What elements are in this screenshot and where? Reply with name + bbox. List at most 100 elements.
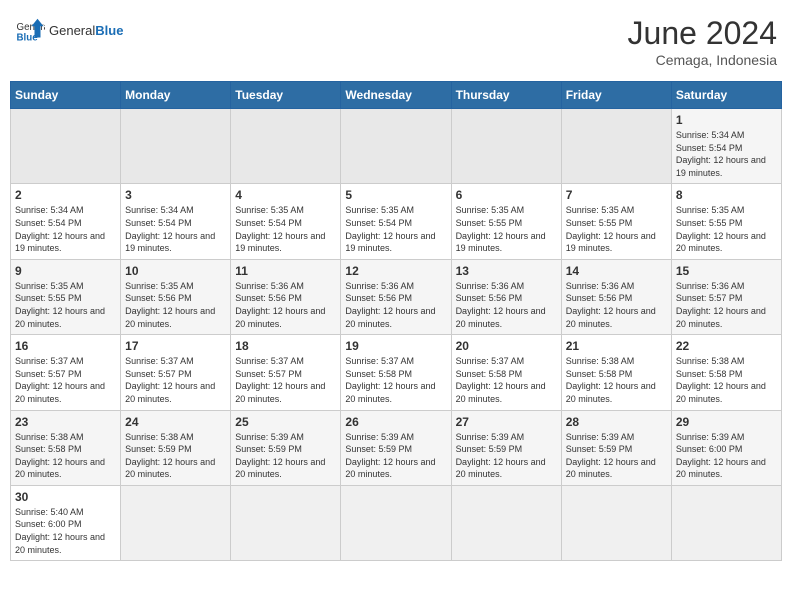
day-number: 8	[676, 188, 777, 202]
calendar-cell: 18 Sunrise: 5:37 AM Sunset: 5:57 PM Dayli…	[231, 335, 341, 410]
day-number: 18	[235, 339, 336, 353]
day-number: 25	[235, 415, 336, 429]
calendar-cell: 2Sunrise: 5:34 AM Sunset: 5:54 PM Daylig…	[11, 184, 121, 259]
calendar-week-2: 2Sunrise: 5:34 AM Sunset: 5:54 PM Daylig…	[11, 184, 782, 259]
day-info: Sunrise: 5:36 AM Sunset: 5:56 PM Dayligh…	[235, 280, 336, 330]
day-info: Sunrise: 5:34 AM Sunset: 5:54 PM Dayligh…	[676, 129, 777, 179]
day-number: 23	[15, 415, 116, 429]
day-info: Sunrise: 5:37 AM Sunset: 5:57 PM Dayligh…	[235, 355, 336, 405]
calendar-body: 1 Sunrise: 5:34 AM Sunset: 5:54 PM Daylig…	[11, 109, 782, 561]
day-number: 24	[125, 415, 226, 429]
calendar-cell: 1 Sunrise: 5:34 AM Sunset: 5:54 PM Daylig…	[671, 109, 781, 184]
calendar-cell	[451, 109, 561, 184]
calendar-table: SundayMondayTuesdayWednesdayThursdayFrid…	[10, 81, 782, 561]
weekday-header-wednesday: Wednesday	[341, 82, 451, 109]
calendar-cell: 22 Sunrise: 5:38 AM Sunset: 5:58 PM Dayli…	[671, 335, 781, 410]
logo-general: General	[49, 23, 95, 38]
calendar-cell	[451, 485, 561, 560]
day-number: 14	[566, 264, 667, 278]
calendar-cell: 17Sunrise: 5:37 AM Sunset: 5:57 PM Dayli…	[121, 335, 231, 410]
day-info: Sunrise: 5:37 AM Sunset: 5:58 PM Dayligh…	[456, 355, 557, 405]
day-info: Sunrise: 5:37 AM Sunset: 5:57 PM Dayligh…	[15, 355, 116, 405]
weekday-header-row: SundayMondayTuesdayWednesdayThursdayFrid…	[11, 82, 782, 109]
calendar-cell: 28Sunrise: 5:39 AM Sunset: 5:59 PM Dayli…	[561, 410, 671, 485]
calendar-cell: 10 Sunrise: 5:35 AM Sunset: 5:56 PM Dayli…	[121, 259, 231, 334]
calendar-cell: 12 Sunrise: 5:36 AM Sunset: 5:56 PM Dayli…	[341, 259, 451, 334]
day-number: 26	[345, 415, 446, 429]
day-number: 13	[456, 264, 557, 278]
day-info: Sunrise: 5:38 AM Sunset: 5:59 PM Dayligh…	[125, 431, 226, 481]
calendar-cell: 7Sunrise: 5:35 AM Sunset: 5:55 PM Daylig…	[561, 184, 671, 259]
day-number: 10	[125, 264, 226, 278]
day-info: Sunrise: 5:35 AM Sunset: 5:54 PM Dayligh…	[235, 204, 336, 254]
day-info: Sunrise: 5:38 AM Sunset: 5:58 PM Dayligh…	[566, 355, 667, 405]
day-number: 30	[15, 490, 116, 504]
day-number: 20	[456, 339, 557, 353]
calendar-cell	[121, 485, 231, 560]
calendar-cell	[561, 109, 671, 184]
day-info: Sunrise: 5:35 AM Sunset: 5:54 PM Dayligh…	[345, 204, 446, 254]
calendar-cell: 21Sunrise: 5:38 AM Sunset: 5:58 PM Dayli…	[561, 335, 671, 410]
calendar-cell	[121, 109, 231, 184]
day-info: Sunrise: 5:40 AM Sunset: 6:00 PM Dayligh…	[15, 506, 116, 556]
day-info: Sunrise: 5:37 AM Sunset: 5:58 PM Dayligh…	[345, 355, 446, 405]
calendar-cell: 4Sunrise: 5:35 AM Sunset: 5:54 PM Daylig…	[231, 184, 341, 259]
calendar-cell: 26 Sunrise: 5:39 AM Sunset: 5:59 PM Dayli…	[341, 410, 451, 485]
calendar-week-5: 23 Sunrise: 5:38 AM Sunset: 5:58 PM Dayli…	[11, 410, 782, 485]
day-number: 16	[15, 339, 116, 353]
day-info: Sunrise: 5:36 AM Sunset: 5:56 PM Dayligh…	[345, 280, 446, 330]
calendar-cell: 8Sunrise: 5:35 AM Sunset: 5:55 PM Daylig…	[671, 184, 781, 259]
day-info: Sunrise: 5:39 AM Sunset: 6:00 PM Dayligh…	[676, 431, 777, 481]
logo: General Blue GeneralBlue	[15, 15, 123, 45]
calendar-cell: 3Sunrise: 5:34 AM Sunset: 5:54 PM Daylig…	[121, 184, 231, 259]
calendar-cell: 20 Sunrise: 5:37 AM Sunset: 5:58 PM Dayli…	[451, 335, 561, 410]
day-number: 5	[345, 188, 446, 202]
day-number: 1	[676, 113, 777, 127]
calendar-cell: 30 Sunrise: 5:40 AM Sunset: 6:00 PM Dayli…	[11, 485, 121, 560]
calendar-subtitle: Cemaga, Indonesia	[628, 52, 777, 68]
logo-blue: Blue	[95, 23, 123, 38]
calendar-week-6: 30 Sunrise: 5:40 AM Sunset: 6:00 PM Dayli…	[11, 485, 782, 560]
day-number: 3	[125, 188, 226, 202]
weekday-header-tuesday: Tuesday	[231, 82, 341, 109]
title-area: June 2024 Cemaga, Indonesia	[628, 15, 777, 68]
calendar-cell: 13 Sunrise: 5:36 AM Sunset: 5:56 PM Dayli…	[451, 259, 561, 334]
day-info: Sunrise: 5:39 AM Sunset: 5:59 PM Dayligh…	[345, 431, 446, 481]
calendar-cell: 25 Sunrise: 5:39 AM Sunset: 5:59 PM Dayli…	[231, 410, 341, 485]
calendar-cell: 19Sunrise: 5:37 AM Sunset: 5:58 PM Dayli…	[341, 335, 451, 410]
day-number: 11	[235, 264, 336, 278]
day-number: 15	[676, 264, 777, 278]
calendar-week-3: 9Sunrise: 5:35 AM Sunset: 5:55 PM Daylig…	[11, 259, 782, 334]
day-number: 12	[345, 264, 446, 278]
calendar-cell	[341, 485, 451, 560]
calendar-title: June 2024	[628, 15, 777, 52]
day-info: Sunrise: 5:39 AM Sunset: 5:59 PM Dayligh…	[566, 431, 667, 481]
day-number: 22	[676, 339, 777, 353]
calendar-cell: 9Sunrise: 5:35 AM Sunset: 5:55 PM Daylig…	[11, 259, 121, 334]
calendar-cell	[671, 485, 781, 560]
day-number: 17	[125, 339, 226, 353]
calendar-week-4: 16 Sunrise: 5:37 AM Sunset: 5:57 PM Dayli…	[11, 335, 782, 410]
calendar-cell	[231, 485, 341, 560]
calendar-cell: 16 Sunrise: 5:37 AM Sunset: 5:57 PM Dayli…	[11, 335, 121, 410]
day-info: Sunrise: 5:35 AM Sunset: 5:55 PM Dayligh…	[456, 204, 557, 254]
day-info: Sunrise: 5:39 AM Sunset: 5:59 PM Dayligh…	[235, 431, 336, 481]
page-header: General Blue GeneralBlue June 2024 Cemag…	[10, 10, 782, 73]
calendar-cell: 27Sunrise: 5:39 AM Sunset: 5:59 PM Dayli…	[451, 410, 561, 485]
calendar-cell: 24 Sunrise: 5:38 AM Sunset: 5:59 PM Dayli…	[121, 410, 231, 485]
calendar-cell: 23 Sunrise: 5:38 AM Sunset: 5:58 PM Dayli…	[11, 410, 121, 485]
calendar-cell	[561, 485, 671, 560]
day-info: Sunrise: 5:35 AM Sunset: 5:56 PM Dayligh…	[125, 280, 226, 330]
calendar-cell	[341, 109, 451, 184]
day-info: Sunrise: 5:36 AM Sunset: 5:56 PM Dayligh…	[456, 280, 557, 330]
calendar-cell: 15 Sunrise: 5:36 AM Sunset: 5:57 PM Dayli…	[671, 259, 781, 334]
day-info: Sunrise: 5:35 AM Sunset: 5:55 PM Dayligh…	[15, 280, 116, 330]
day-info: Sunrise: 5:35 AM Sunset: 5:55 PM Dayligh…	[566, 204, 667, 254]
calendar-cell	[231, 109, 341, 184]
day-info: Sunrise: 5:36 AM Sunset: 5:57 PM Dayligh…	[676, 280, 777, 330]
calendar-week-1: 1 Sunrise: 5:34 AM Sunset: 5:54 PM Daylig…	[11, 109, 782, 184]
day-info: Sunrise: 5:38 AM Sunset: 5:58 PM Dayligh…	[676, 355, 777, 405]
day-info: Sunrise: 5:38 AM Sunset: 5:58 PM Dayligh…	[15, 431, 116, 481]
weekday-header-thursday: Thursday	[451, 82, 561, 109]
day-info: Sunrise: 5:39 AM Sunset: 5:59 PM Dayligh…	[456, 431, 557, 481]
